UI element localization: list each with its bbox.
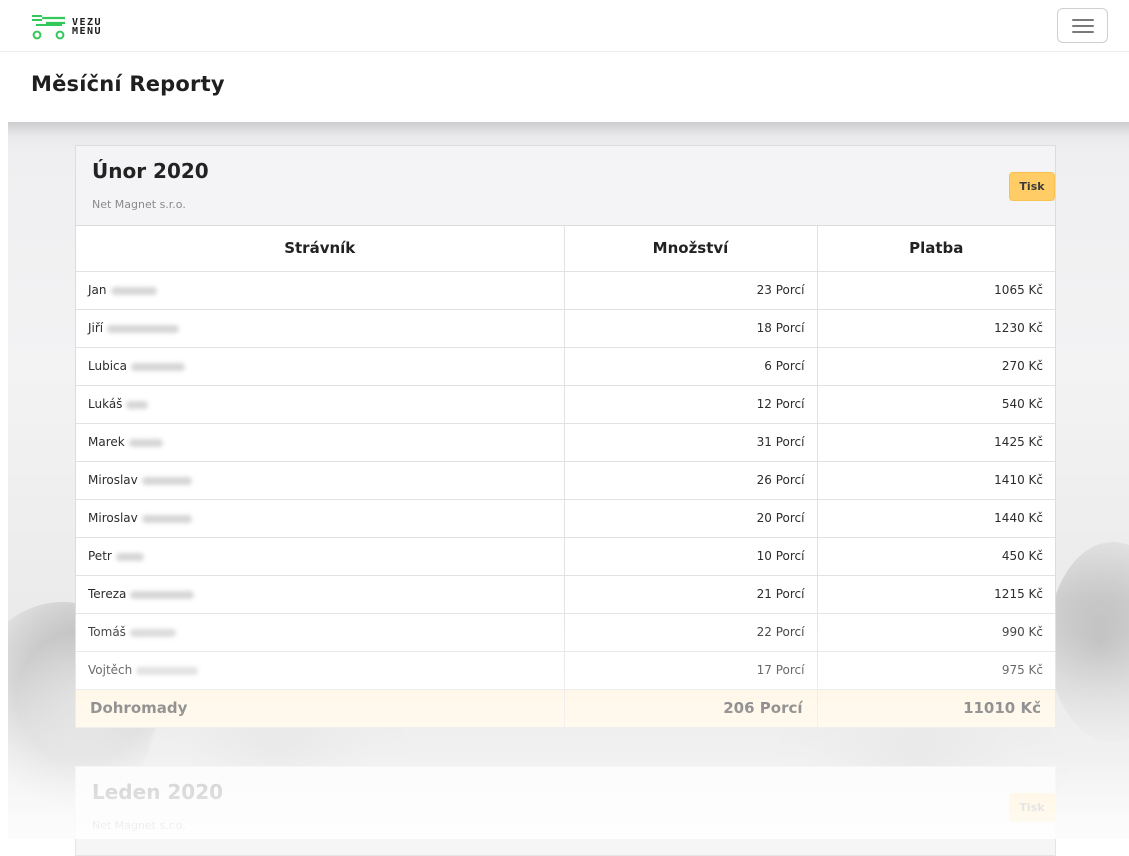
quantity-cell: 12 Porcí — [563, 384, 818, 424]
redacted-surname — [130, 362, 185, 371]
report-period: Únor 2020 — [92, 159, 209, 183]
diner-first-name: Petr — [88, 549, 112, 563]
payment-cell: 270 Kč — [816, 346, 1055, 386]
report-card: Únor 2020 Net Magnet s.r.o. Tisk Strávní… — [75, 145, 1056, 728]
table-row: Lubica 6 Porcí 270 Kč — [76, 346, 1055, 386]
diner-cell: Lukáš — [76, 384, 565, 424]
diner-first-name: Lubica — [88, 359, 127, 373]
diner-cell: Tomáš — [76, 612, 565, 652]
diner-first-name: Marek — [88, 435, 125, 449]
table-row: Petr 10 Porcí 450 Kč — [76, 536, 1055, 576]
redacted-surname — [110, 286, 157, 295]
quantity-cell: 31 Porcí — [563, 422, 818, 462]
diner-first-name: Tomáš — [88, 625, 126, 639]
table-header-row: Strávník Množství Platba — [76, 226, 1055, 272]
table-row: Tomáš 22 Porcí 990 Kč — [76, 612, 1055, 652]
payment-cell: 540 Kč — [816, 384, 1055, 424]
hamburger-icon — [1072, 19, 1094, 21]
diner-cell: Lubica — [76, 346, 565, 386]
diner-first-name: Miroslav — [88, 473, 138, 487]
report-card: Leden 2020 Net Magnet s.r.o. Tisk — [75, 766, 1056, 856]
table-row: Jan 23 Porcí 1065 Kč — [76, 270, 1055, 310]
quantity-cell: 18 Porcí — [563, 308, 818, 348]
diner-first-name: Tereza — [88, 587, 127, 601]
quantity-cell: 22 Porcí — [563, 612, 818, 652]
payment-cell: 1425 Kč — [816, 422, 1055, 462]
payment-cell: 1215 Kč — [816, 574, 1055, 614]
redacted-surname — [129, 628, 176, 637]
hamburger-icon-bar — [1072, 25, 1094, 27]
payment-cell: 990 Kč — [816, 612, 1055, 652]
quantity-cell: 6 Porcí — [563, 346, 818, 386]
brand-logo[interactable]: VEZU MENU — [32, 12, 102, 42]
diner-first-name: Lukáš — [88, 397, 123, 411]
redacted-surname — [141, 514, 192, 523]
column-header-payment[interactable]: Platba — [816, 226, 1055, 272]
diner-cell: Miroslav — [76, 460, 565, 500]
quantity-cell: 26 Porcí — [563, 460, 818, 500]
diner-cell: Jiří — [76, 308, 565, 348]
payment-cell: 1065 Kč — [816, 270, 1055, 310]
table-row: Miroslav 20 Porcí 1440 Kč — [76, 498, 1055, 538]
total-quantity: 206 Porcí — [563, 688, 818, 727]
column-header-diner[interactable]: Strávník — [76, 226, 565, 272]
redacted-surname — [107, 324, 180, 333]
quantity-cell: 17 Porcí — [563, 650, 818, 690]
diner-cell: Tereza — [76, 574, 565, 614]
total-row: Dohromady 206 Porcí 11010 Kč — [76, 688, 1055, 727]
quantity-cell: 23 Porcí — [563, 270, 818, 310]
diner-cell: Jan — [76, 270, 565, 310]
payment-cell: 1410 Kč — [816, 460, 1055, 500]
menu-toggle-button[interactable] — [1057, 8, 1108, 43]
diner-cell: Petr — [76, 536, 565, 576]
scooter-icon — [32, 15, 65, 40]
total-label: Dohromady — [76, 688, 565, 727]
navbar: VEZU MENU — [0, 0, 1129, 52]
payment-cell: 450 Kč — [816, 536, 1055, 576]
hamburger-icon-bar — [1072, 31, 1094, 33]
page-title: Měsíční Reporty — [31, 72, 225, 96]
report-company: Net Magnet s.r.o. — [92, 198, 186, 211]
report-card-header: Únor 2020 Net Magnet s.r.o. Tisk — [76, 146, 1055, 226]
redacted-surname — [128, 438, 163, 447]
table-row: Jiří 18 Porcí 1230 Kč — [76, 308, 1055, 348]
quantity-cell: 20 Porcí — [563, 498, 818, 538]
redacted-surname — [115, 552, 144, 561]
background-food-image — [1048, 542, 1129, 742]
redacted-surname — [136, 666, 199, 675]
redacted-surname — [126, 400, 149, 409]
diner-first-name: Vojtěch — [88, 663, 133, 677]
diner-first-name: Jiří — [88, 321, 104, 335]
total-payment: 11010 Kč — [816, 688, 1055, 727]
report-company: Net Magnet s.r.o. — [92, 819, 186, 832]
table-row: Marek 31 Porcí 1425 Kč — [76, 422, 1055, 462]
diner-first-name: Jan — [88, 283, 107, 297]
payment-cell: 975 Kč — [816, 650, 1055, 690]
quantity-cell: 10 Porcí — [563, 536, 818, 576]
quantity-cell: 21 Porcí — [563, 574, 818, 614]
print-button[interactable]: Tisk — [1009, 172, 1055, 201]
diner-cell: Miroslav — [76, 498, 565, 538]
brand-text: VEZU MENU — [72, 18, 103, 37]
report-table: Strávník Množství Platba Jan 23 Porcí 10… — [76, 226, 1055, 727]
table-row: Lukáš 12 Porcí 540 Kč — [76, 384, 1055, 424]
table-row: Tereza 21 Porcí 1215 Kč — [76, 574, 1055, 614]
redacted-surname — [130, 590, 195, 599]
diner-cell: Marek — [76, 422, 565, 462]
diner-cell: Vojtěch — [76, 650, 565, 690]
report-period: Leden 2020 — [92, 780, 224, 804]
redacted-surname — [141, 476, 192, 485]
print-button[interactable]: Tisk — [1009, 793, 1055, 822]
payment-cell: 1440 Kč — [816, 498, 1055, 538]
diner-first-name: Miroslav — [88, 511, 138, 525]
table-row: Vojtěch 17 Porcí 975 Kč — [76, 650, 1055, 690]
table-row: Miroslav 26 Porcí 1410 Kč — [76, 460, 1055, 500]
brand-line2: MENU — [72, 26, 103, 37]
payment-cell: 1230 Kč — [816, 308, 1055, 348]
column-header-quantity[interactable]: Množství — [563, 226, 818, 272]
